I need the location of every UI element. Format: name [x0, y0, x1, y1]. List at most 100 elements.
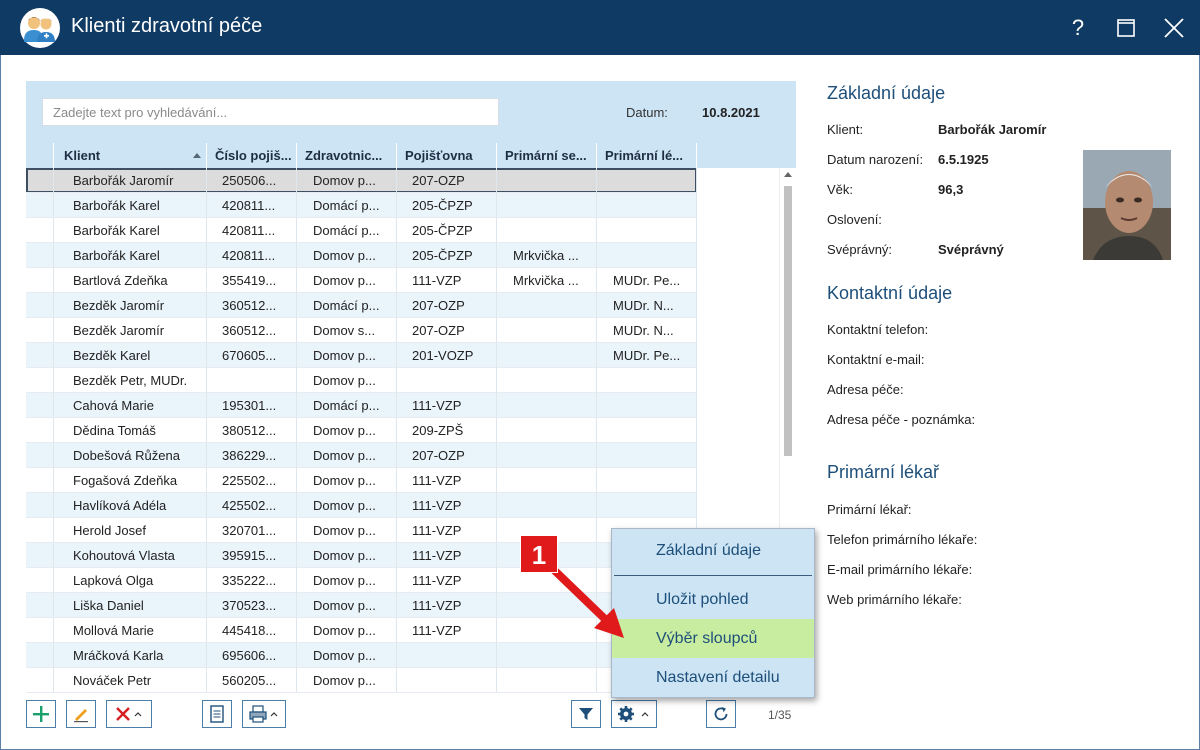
column-header-primary-doctor[interactable]: Primární lé... — [597, 143, 697, 168]
cell-insurer: 111-VZP — [397, 268, 497, 293]
column-header-primary-nurse[interactable]: Primární se... — [497, 143, 597, 168]
cell-insurance-number: 670605... — [207, 343, 297, 368]
table-row[interactable]: Nováček Petr 560205... Domov p... — [26, 668, 697, 693]
table-row[interactable]: Barbořák Karel 420811... Domov p... 205-ČPZ… — [26, 243, 697, 268]
table-row[interactable]: Fogašová Zdeňka 225502... Domov p... 111-VZ… — [26, 468, 697, 493]
cell-client: Barbořák Karel — [54, 218, 207, 243]
annotation-badge: 1 — [520, 535, 558, 573]
table-row[interactable]: Bezděk Petr, MUDr. Domov p... — [26, 368, 697, 393]
cell-insurer: 205-ČPZP — [397, 218, 497, 243]
menu-item-detail-settings[interactable]: Nastavení detailu — [612, 658, 814, 697]
print-button[interactable] — [242, 700, 286, 728]
document-icon — [210, 705, 224, 723]
cell-care-facility: Domov p... — [297, 443, 397, 468]
window-title: Klienti zdravotní péče — [71, 15, 263, 37]
menu-item-basic-info[interactable]: Základní údaje — [612, 531, 814, 570]
table-row[interactable]: Barbořák Karel 420811... Domácí p... 205-ČP… — [26, 218, 697, 243]
scroll-up-icon[interactable] — [784, 172, 792, 177]
date-label: Datum: — [626, 105, 668, 120]
cell-primary-nurse — [497, 418, 597, 443]
table-row[interactable]: Dědina Tomáš 380512... Domov p... 209-ZPŠ — [26, 418, 697, 443]
cell-care-facility: Domácí p... — [297, 393, 397, 418]
maximize-button[interactable] — [1108, 10, 1144, 46]
menu-item-column-selection[interactable]: Výběr sloupců — [612, 619, 814, 658]
cell-primary-nurse — [497, 368, 597, 393]
table-row[interactable]: Cahová Marie 195301... Domácí p... 111-VZP — [26, 393, 697, 418]
table-row[interactable]: Dobešová Růžena 386229... Domov p... 207-OZ… — [26, 443, 697, 468]
table-row[interactable]: Bartlová Zdeňka 355419... Domov p... 111-VZ… — [26, 268, 697, 293]
cell-primary-doctor — [597, 243, 697, 268]
table-row[interactable]: Bezděk Karel 670605... Domov p... 201-VOZP M… — [26, 343, 697, 368]
cell-insurer: 111-VZP — [397, 518, 497, 543]
table-row[interactable]: Barbořák Karel 420811... Domácí p... 205-ČP… — [26, 193, 697, 218]
printer-icon — [249, 705, 278, 723]
cell-client: Nováček Petr — [54, 668, 207, 693]
document-button[interactable] — [202, 700, 232, 728]
cell-insurer: 111-VZP — [397, 568, 497, 593]
cell-client: Bezděk Petr, MUDr. — [54, 368, 207, 393]
table-row[interactable]: Havlíková Adéla 425502... Domov p... 111-VZ… — [26, 493, 697, 518]
cell-primary-nurse — [497, 468, 597, 493]
cell-primary-doctor — [597, 493, 697, 518]
cell-insurer: 209-ZPŠ — [397, 418, 497, 443]
pencil-icon — [74, 709, 88, 723]
primary-doctor-label: Primární lékař: — [827, 502, 912, 517]
cell-client: Dobešová Růžena — [54, 443, 207, 468]
cell-care-facility: Domov p... — [297, 518, 397, 543]
add-button[interactable] — [26, 700, 56, 728]
cell-primary-doctor — [597, 168, 697, 193]
table-row[interactable]: Herold Josef 320701... Domov p... 111-VZP — [26, 518, 697, 543]
cell-insurer: 111-VZP — [397, 593, 497, 618]
cell-insurer — [397, 368, 497, 393]
cell-primary-nurse: Mrkvička ... — [497, 268, 597, 293]
cell-primary-doctor — [597, 193, 697, 218]
maximize-icon — [1117, 19, 1135, 37]
cell-insurance-number — [207, 368, 297, 393]
cell-insurer: 207-OZP — [397, 443, 497, 468]
cell-primary-doctor — [597, 468, 697, 493]
cell-client: Havlíková Adéla — [54, 493, 207, 518]
edit-button[interactable] — [66, 700, 96, 728]
column-header-insurance-number[interactable]: Číslo pojiš... — [207, 143, 297, 168]
help-button[interactable]: ? — [1060, 10, 1096, 46]
search-input[interactable] — [42, 98, 499, 126]
delete-button[interactable] — [106, 700, 152, 728]
column-header-insurer[interactable]: Pojišťovna — [397, 143, 497, 168]
cell-primary-nurse — [497, 493, 597, 518]
cell-insurance-number: 360512... — [207, 293, 297, 318]
section-title-basic: Základní údaje — [827, 83, 946, 103]
cell-client: Liška Daniel — [54, 593, 207, 618]
salutation-label: Oslovení: — [827, 212, 882, 227]
menu-item-save-view[interactable]: Uložit pohled — [612, 580, 814, 619]
cell-client: Kohoutová Vlasta — [54, 543, 207, 568]
cell-insurer: 111-VZP — [397, 393, 497, 418]
column-header-indicator — [26, 143, 54, 168]
table-row[interactable]: Bezděk Jaromír 360512... Domácí p... 207-OZ… — [26, 293, 697, 318]
cell-primary-nurse — [497, 318, 597, 343]
cell-insurance-number: 445418... — [207, 618, 297, 643]
cell-primary-doctor — [597, 443, 697, 468]
birth-date-label: Datum narození: — [827, 152, 924, 167]
cell-primary-nurse — [497, 293, 597, 318]
primary-doctor-phone-label: Telefon primárního lékaře: — [827, 532, 978, 547]
gear-icon — [618, 706, 649, 722]
cell-insurance-number: 420811... — [207, 243, 297, 268]
cell-client: Barbořák Karel — [54, 193, 207, 218]
scroll-thumb[interactable] — [784, 186, 792, 456]
close-button[interactable] — [1156, 10, 1192, 46]
cell-primary-nurse — [497, 443, 597, 468]
client-value: Barbořák Jaromír — [938, 122, 1047, 137]
settings-button[interactable] — [611, 700, 657, 728]
primary-doctor-web-label: Web primárního lékaře: — [827, 592, 962, 607]
filter-button[interactable] — [571, 700, 601, 728]
column-header-care-facility[interactable]: Zdravotnic... — [297, 143, 397, 168]
cell-insurer: 111-VZP — [397, 618, 497, 643]
column-header-client[interactable]: Klient — [54, 143, 207, 168]
refresh-button[interactable] — [706, 700, 736, 728]
table-row[interactable]: Barbořák Jaromír 250506... Domov p... 207-O… — [26, 168, 697, 193]
cell-client: Bezděk Jaromír — [54, 293, 207, 318]
cell-client: Mollová Marie — [54, 618, 207, 643]
cell-insurance-number: 425502... — [207, 493, 297, 518]
cell-primary-doctor: MUDr. Pe... — [597, 268, 697, 293]
table-row[interactable]: Bezděk Jaromír 360512... Domov s... 207-OZP… — [26, 318, 697, 343]
